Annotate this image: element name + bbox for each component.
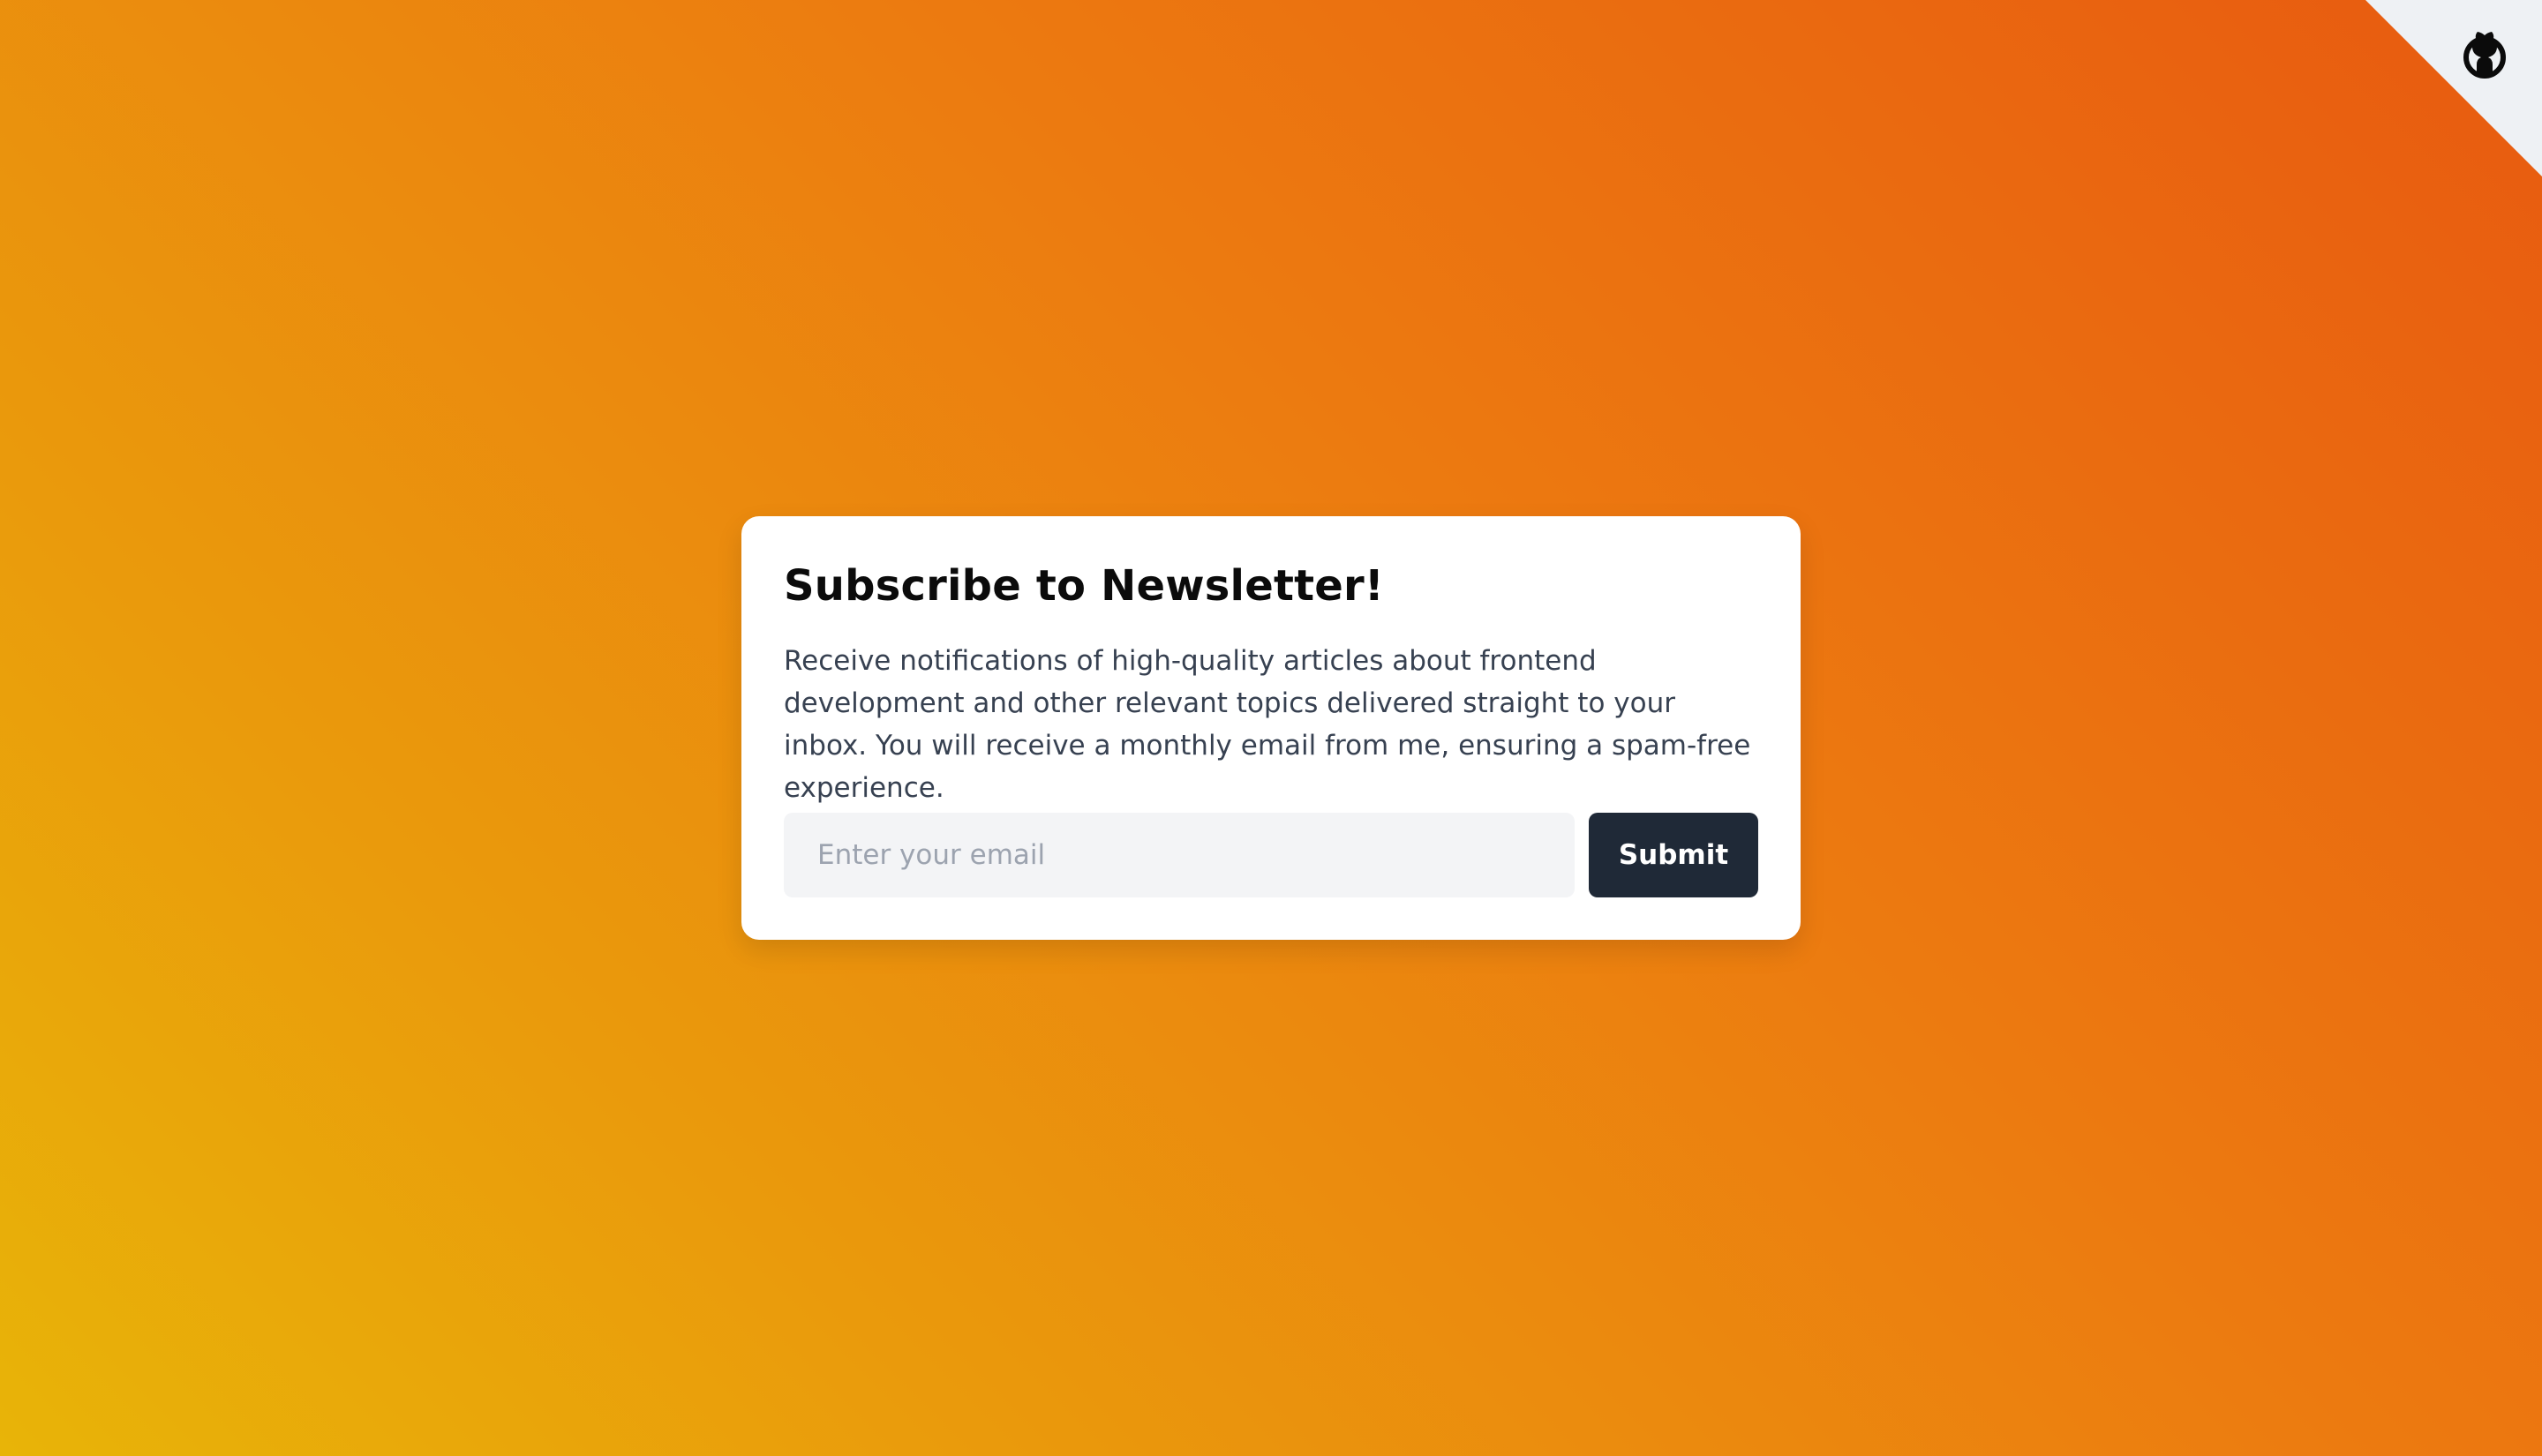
corner-triangle (2365, 0, 2542, 176)
newsletter-description: Receive notifications of high-quality ar… (784, 645, 1751, 804)
newsletter-title: Subscribe to Newsletter! (784, 561, 1384, 611)
github-corner-link[interactable] (2365, 0, 2542, 176)
newsletter-card: Subscribe to Newsletter! Receive notific… (741, 516, 1801, 940)
subscribe-form: Submit (784, 813, 1758, 897)
email-input[interactable] (784, 813, 1575, 897)
submit-button[interactable]: Submit (1589, 813, 1758, 897)
